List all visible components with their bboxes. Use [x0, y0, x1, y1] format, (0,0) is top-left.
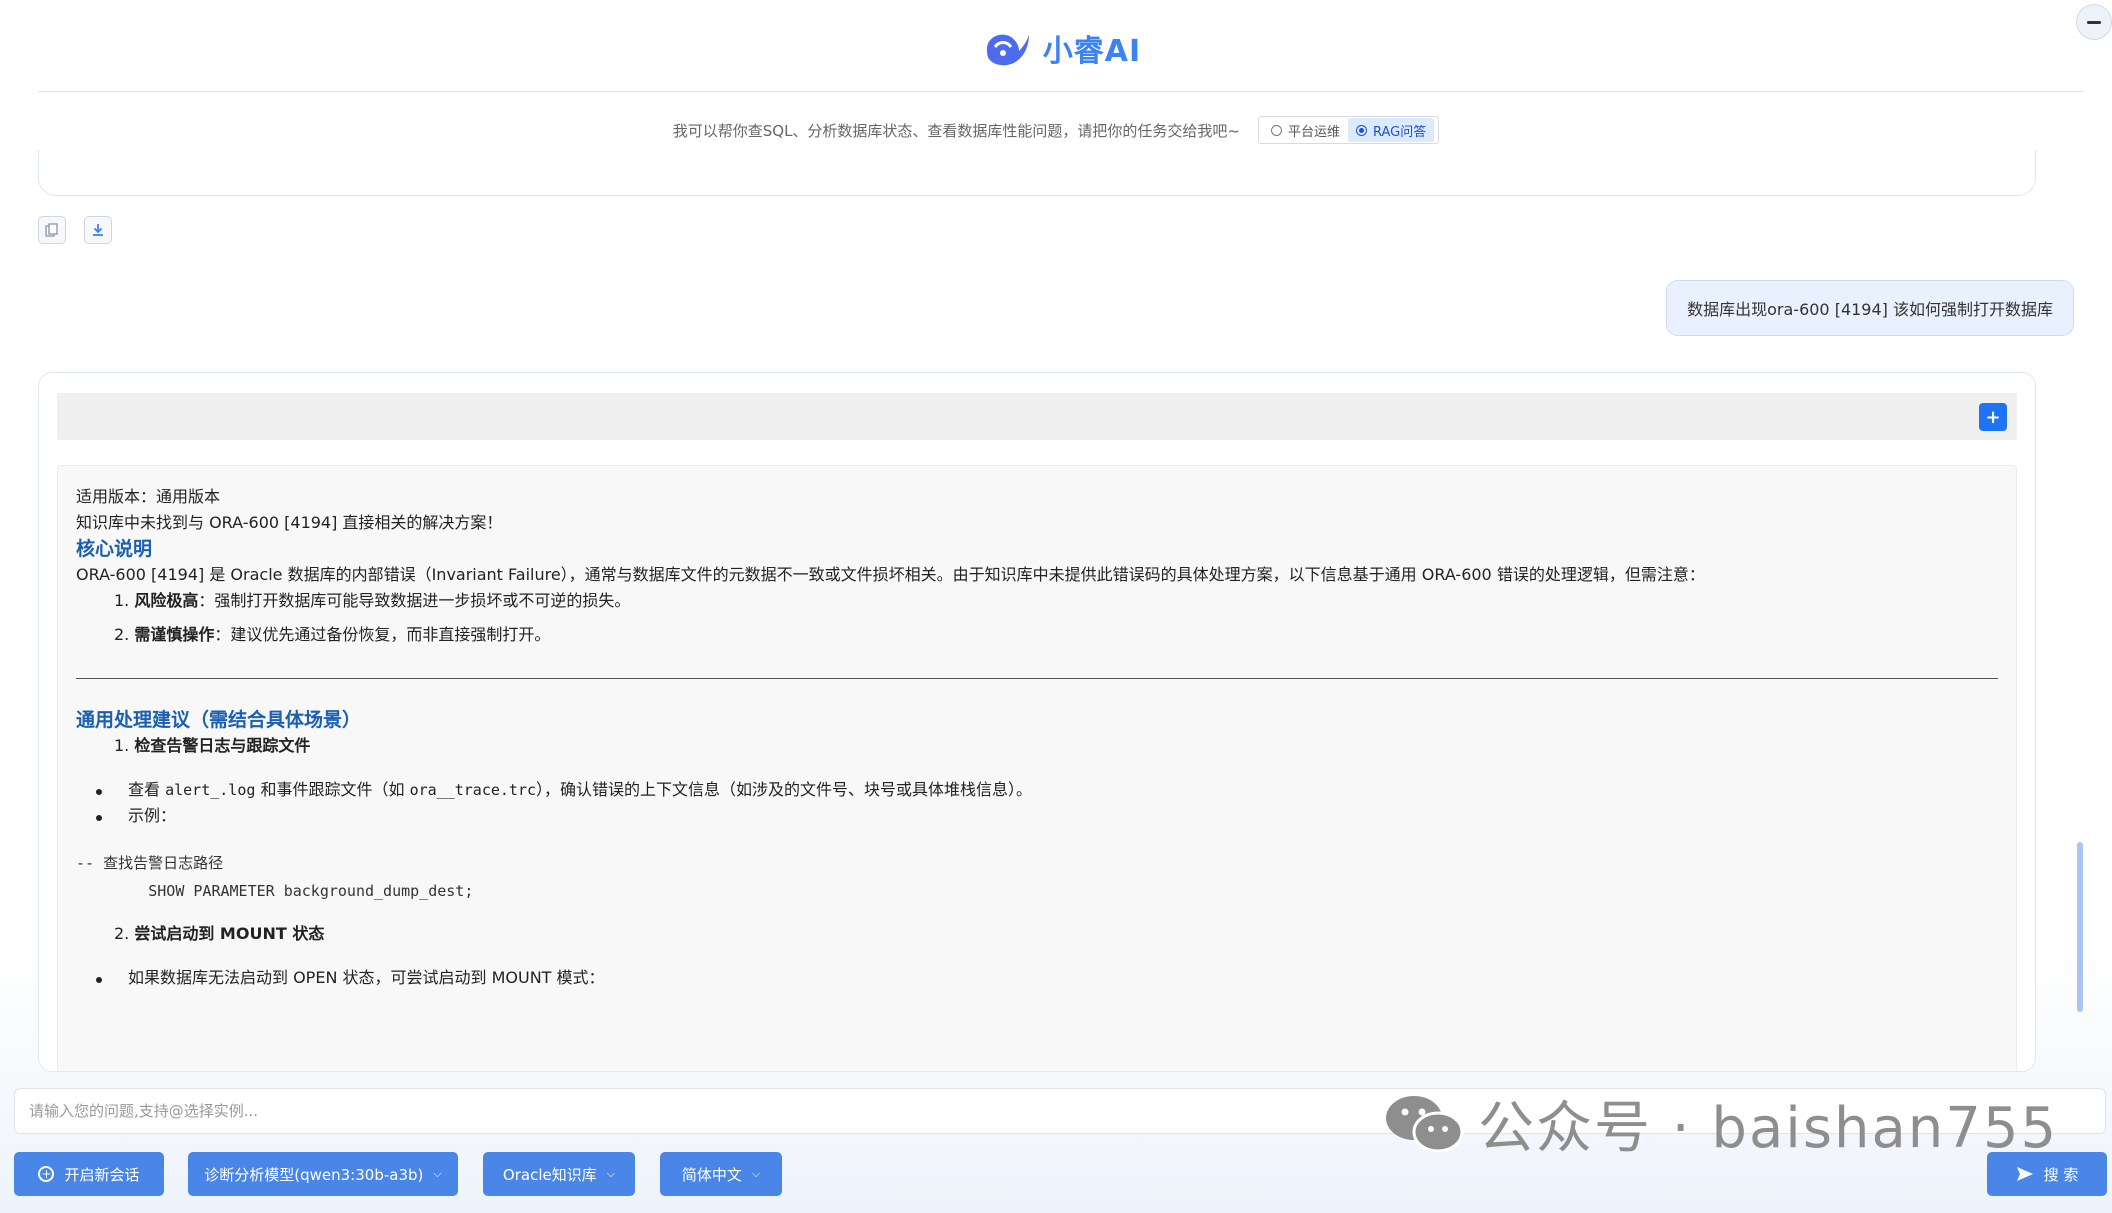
- plus-icon: +: [1985, 406, 2001, 428]
- user-message-text: 数据库出现ora-600 [4194] 该如何强制打开数据库: [1687, 300, 2053, 319]
- version-line: 适用版本：通用版本: [76, 487, 221, 506]
- section-title-core: 核心说明: [76, 538, 153, 560]
- radio-checked-icon: [1356, 124, 1368, 136]
- collapse-button[interactable]: [2076, 4, 2112, 40]
- thinking-panel-collapsed[interactable]: +: [57, 393, 2017, 440]
- mode-selector: 平台运维 RAG问答: [1258, 116, 1440, 144]
- inline-code: alert_.log: [165, 781, 256, 799]
- download-button[interactable]: [84, 216, 112, 244]
- list-item-bold: 需谨慎操作: [134, 625, 215, 644]
- mode-option-label: 平台运维: [1288, 124, 1341, 140]
- step-heading: 2. 尝试启动到 MOUNT 状态: [76, 921, 1998, 947]
- language-select[interactable]: 简体中文 ⌵: [660, 1152, 782, 1196]
- subtitle-row: 我可以帮你查SQL、分析数据库状态、查看数据库性能问题，请把你的任务交给我吧~ …: [0, 112, 2112, 148]
- radio-icon: [1271, 124, 1282, 136]
- plus-circle-icon: +: [38, 1166, 55, 1182]
- bullet-text: 如果数据库无法启动到 OPEN 状态，可尝试启动到 MOUNT 模式：: [128, 968, 605, 987]
- mode-option-ops[interactable]: 平台运维: [1263, 118, 1348, 142]
- whale-logo-icon: [986, 34, 1029, 65]
- step-title: 尝试启动到 MOUNT 状态: [134, 924, 325, 943]
- step-title: 检查告警日志与跟踪文件: [134, 736, 311, 755]
- list-item: 1. 风险极高：强制打开数据库可能导致数据进一步损坏或不可逆的损失。: [76, 588, 1998, 614]
- download-icon: [93, 224, 103, 236]
- list-item: 2. 需谨慎操作：建议优先通过备份恢复，而非直接强制打开。: [76, 622, 1998, 648]
- bullet-text: 示例：: [128, 806, 177, 825]
- step-heading: 1. 检查告警日志与跟踪文件: [76, 733, 1998, 759]
- section-intro: ORA-600 [4194] 是 Oracle 数据库的内部错误（Invaria…: [76, 565, 1705, 584]
- expand-button[interactable]: +: [1979, 403, 2007, 431]
- divider: [76, 678, 1998, 679]
- mode-option-rag[interactable]: RAG问答: [1348, 118, 1435, 142]
- app-header: 小睿AI: [38, 0, 2084, 92]
- bullet-item: 如果数据库无法启动到 OPEN 状态，可尝试启动到 MOUNT 模式：: [76, 965, 1998, 991]
- not-found-line: 知识库中未找到与 ORA-600 [4194] 直接相关的解决方案！: [76, 513, 503, 532]
- copy-icon: [45, 223, 58, 237]
- model-select-label: 诊断分析模型(qwen3:30b-a3b): [204, 1165, 424, 1184]
- logo: 小睿AI: [981, 26, 1141, 70]
- question-input[interactable]: [29, 1102, 1329, 1120]
- bullet-item: 查看 alert_.log 和事件跟踪文件（如 ora__trace.trc），…: [76, 777, 1998, 803]
- knowledge-base-select[interactable]: Oracle知识库 ⌵: [483, 1152, 635, 1196]
- user-message-bubble: 数据库出现ora-600 [4194] 该如何强制打开数据库: [1666, 280, 2074, 336]
- bullet-text: ），确认错误的上下文信息（如涉及的文件号、块号或具体堆栈信息）。: [536, 780, 1033, 799]
- list-item-text: ：强制打开数据库可能导致数据进一步损坏或不可逆的损失。: [198, 591, 631, 610]
- bullet-text: 和事件跟踪文件（如: [255, 780, 410, 799]
- send-icon: [2016, 1167, 2033, 1181]
- question-input-container: [14, 1088, 2106, 1134]
- chevron-down-icon: ⌵: [606, 1167, 616, 1180]
- model-select[interactable]: 诊断分析模型(qwen3:30b-a3b) ⌵: [188, 1152, 458, 1196]
- new-chat-label: 开启新会话: [64, 1165, 140, 1184]
- list-number: 2.: [114, 924, 130, 943]
- list-number: 1.: [114, 736, 130, 755]
- search-button[interactable]: 搜 索: [1987, 1152, 2107, 1196]
- code-block: -- 查找告警日志路径 SHOW PARAMETER background_du…: [76, 849, 1998, 905]
- bullet-item: 示例：: [76, 803, 1998, 829]
- inline-code: ora__trace.trc: [409, 781, 537, 799]
- mode-option-label: RAG问答: [1373, 124, 1427, 140]
- list-item-bold: 风险极高: [134, 591, 199, 610]
- chevron-down-icon: ⌵: [751, 1167, 761, 1180]
- search-label: 搜 索: [2043, 1165, 2079, 1184]
- list-number: 1.: [114, 591, 130, 610]
- answer-card: + 适用版本：通用版本 知识库中未找到与 ORA-600 [4194] 直接相关…: [38, 372, 2036, 1072]
- chevron-down-icon: ⌵: [433, 1167, 442, 1180]
- app-title: 小睿AI: [1042, 33, 1142, 69]
- subtitle-text: 我可以帮你查SQL、分析数据库状态、查看数据库性能问题，请把你的任务交给我吧~: [672, 121, 1240, 140]
- list-item-text: ：建议优先通过备份恢复，而非直接强制打开。: [214, 625, 551, 644]
- knowledge-base-label: Oracle知识库: [502, 1165, 597, 1184]
- new-chat-button[interactable]: + 开启新会话: [14, 1152, 164, 1196]
- code-line: -- 查找告警日志路径: [76, 854, 224, 872]
- list-number: 2.: [114, 625, 130, 644]
- section-title-general: 通用处理建议（需结合具体场景）: [76, 709, 362, 731]
- language-label: 简体中文: [681, 1165, 742, 1184]
- code-line: SHOW PARAMETER background_dump_dest;: [76, 882, 474, 900]
- minus-icon: [2087, 20, 2101, 24]
- scrollbar-thumb[interactable]: [2077, 842, 2083, 1012]
- answer-content: 适用版本：通用版本 知识库中未找到与 ORA-600 [4194] 直接相关的解…: [57, 465, 2017, 1071]
- bullet-text: 查看: [128, 780, 166, 799]
- previous-answer-card: [38, 150, 2036, 196]
- copy-button[interactable]: [38, 216, 66, 244]
